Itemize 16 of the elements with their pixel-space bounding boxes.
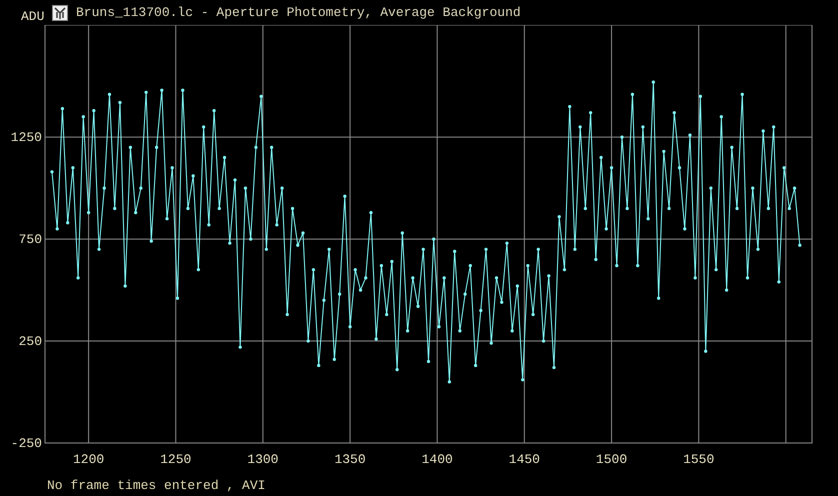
tick-label: 1250 [10,130,42,146]
tick-label: 1300 [247,452,278,465]
tick-label: 1400 [422,452,453,465]
tick-label: 1550 [683,452,714,465]
tick-label: 250 [18,334,42,350]
tick-label: 1200 [72,452,104,465]
tick-label: 1450 [508,452,540,465]
tick-label: 750 [18,232,42,248]
tick-label: 1350 [334,452,366,465]
window-title: Bruns_113700.lc - Aperture Photometry, Average Background [76,5,521,20]
axis-label: ADU [21,9,46,24]
tick-label: 1500 [596,452,628,465]
tick-label: -250 [10,436,42,451]
app-icon [52,4,68,20]
status-text: No frame times entered , AVI [47,478,266,493]
tick-label: 1250 [160,452,192,465]
